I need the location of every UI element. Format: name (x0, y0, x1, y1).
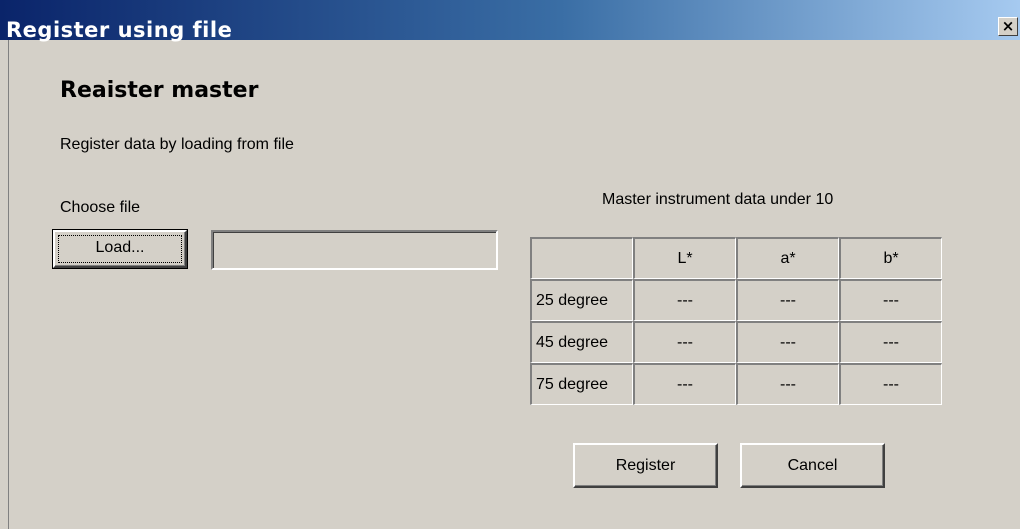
table-cell: --- (736, 363, 839, 405)
table-cell: --- (736, 279, 839, 321)
table-cell: --- (633, 363, 736, 405)
register-button[interactable]: Register (573, 443, 718, 488)
title-bar: Register using file × (0, 0, 1020, 42)
table-header-row: L* a* b* (530, 237, 942, 279)
close-icon[interactable]: × (998, 17, 1018, 36)
table-row: 25 degree --- --- --- (530, 279, 942, 321)
row-label: 45 degree (530, 321, 633, 363)
register-button-label: Register (615, 457, 676, 474)
table-cell: --- (633, 321, 736, 363)
cancel-button-label: Cancel (787, 457, 838, 474)
load-button-label: Load... (95, 239, 145, 256)
table-cell: --- (839, 363, 942, 405)
table-cell: --- (839, 279, 942, 321)
table-header-cell: b* (839, 237, 942, 279)
window-title: Register using file (6, 18, 233, 42)
table-header-cell (530, 237, 633, 279)
table-row: 45 degree --- --- --- (530, 321, 942, 363)
table-cell: --- (736, 321, 839, 363)
master-data-table: L* a* b* 25 degree --- --- --- 45 degree… (530, 237, 942, 405)
table-cell: --- (633, 279, 736, 321)
description-text: Register data by loading from file (60, 136, 294, 153)
load-button[interactable]: Load... (52, 229, 188, 269)
row-label: 75 degree (530, 363, 633, 405)
choose-file-label: Choose file (60, 199, 141, 216)
page-title: Reaister master (60, 78, 259, 103)
table-header-cell: L* (633, 237, 736, 279)
table-cell: --- (839, 321, 942, 363)
table-row: 75 degree --- --- --- (530, 363, 942, 405)
cancel-button[interactable]: Cancel (740, 443, 885, 488)
file-path-field[interactable] (211, 230, 498, 270)
table-caption: Master instrument data under 10 (602, 191, 834, 208)
table-header-cell: a* (736, 237, 839, 279)
row-label: 25 degree (530, 279, 633, 321)
